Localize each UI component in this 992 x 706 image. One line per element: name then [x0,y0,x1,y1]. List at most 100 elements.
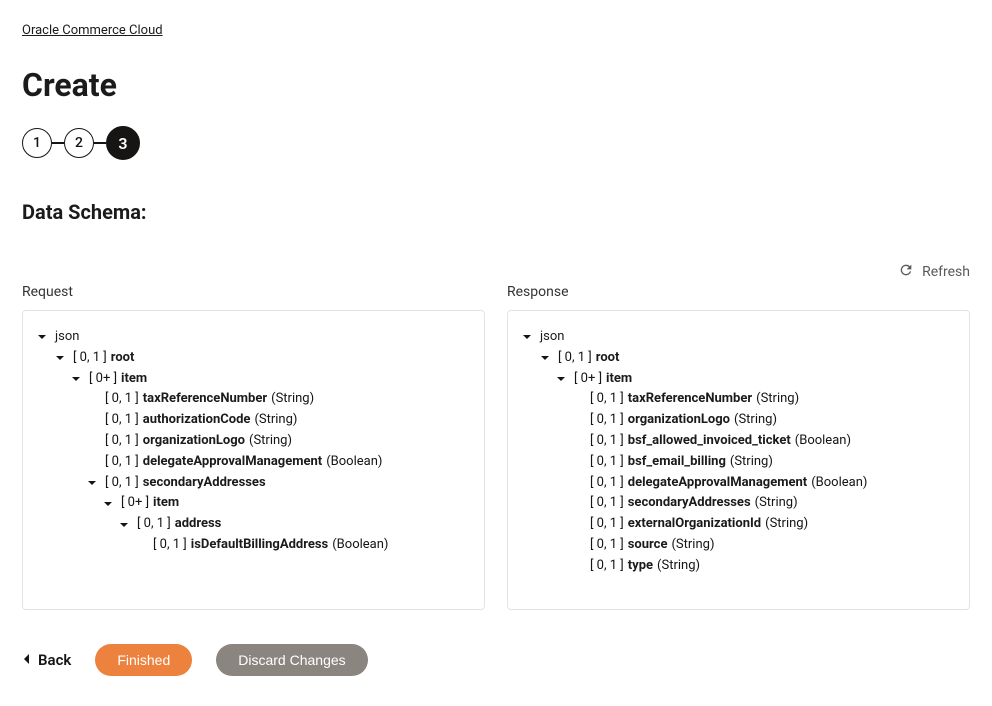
chevron-down-icon [117,520,131,530]
tree-node-prefix: [ 0, 1 ] [105,473,139,494]
tree-node-organizationLogo[interactable]: [ 0, 1 ] organizationLogo (String) [538,410,957,431]
tree-node-item[interactable]: [ 0+ ] item [53,493,472,514]
tree-node-name: organizationLogo [628,410,730,431]
tree-node-type: (String) [249,431,292,452]
tree-node-type: (Boolean) [811,473,867,494]
tree-node-root[interactable]: [ 0, 1 ] root [53,348,472,369]
tree-node-isDefaultBillingAddress[interactable]: [ 0, 1 ] isDefaultBillingAddress (Boolea… [53,535,472,556]
chevron-left-icon [22,651,38,669]
tree-node-name: isDefaultBillingAddress [191,535,328,556]
tree-node-name: bsf_email_billing [628,452,726,473]
tree-node-root[interactable]: [ 0, 1 ] root [538,348,957,369]
tree-node-prefix: [ 0, 1 ] [590,535,624,556]
tree-root-label: json [55,327,79,348]
tree-node-prefix: [ 0, 1 ] [153,535,187,556]
tree-node-bsf_email_billing[interactable]: [ 0, 1 ] bsf_email_billing (String) [538,452,957,473]
tree-node-type: (String) [755,493,798,514]
tree-node-name: item [121,369,147,390]
tree-node-externalOrganizationId[interactable]: [ 0, 1 ] externalOrganizationId (String) [538,514,957,535]
tree-node-prefix: [ 0, 1 ] [590,556,624,577]
tree-node-prefix: [ 0, 1 ] [105,389,139,410]
tree-node-prefix: [ 0, 1 ] [590,410,624,431]
refresh-button[interactable]: Refresh [22,262,970,282]
tree-node-prefix: [ 0, 1 ] [590,452,624,473]
tree-node-bsf_allowed_invoiced_ticket[interactable]: [ 0, 1 ] bsf_allowed_invoiced_ticket (Bo… [538,431,957,452]
tree-node-authorizationCode[interactable]: [ 0, 1 ] authorizationCode (String) [53,410,472,431]
tree-node-name: delegateApprovalManagement [628,473,807,494]
tree-node-type: (String) [730,452,773,473]
tree-node-secondaryAddresses[interactable]: [ 0, 1 ] secondaryAddresses [53,473,472,494]
tree-node-name: root [596,348,620,369]
finished-button[interactable]: Finished [95,644,192,676]
tree-node-name: bsf_allowed_invoiced_ticket [628,431,791,452]
tree-node-secondaryAddresses[interactable]: [ 0, 1 ] secondaryAddresses (String) [538,493,957,514]
tree-node-type: (String) [765,514,808,535]
tree-node-type: (String) [756,389,799,410]
tree-node-name: taxReferenceNumber [628,389,752,410]
tree-node-organizationLogo[interactable]: [ 0, 1 ] organizationLogo (String) [53,431,472,452]
refresh-icon [898,262,922,282]
step-2[interactable]: 2 [64,128,94,158]
tree-node-type: (String) [657,556,700,577]
tree-node-name: delegateApprovalManagement [143,452,322,473]
breadcrumb[interactable]: Oracle Commerce Cloud [22,23,163,38]
tree-node-prefix: [ 0, 1 ] [590,431,624,452]
stepper: 123 [22,126,970,160]
chevron-down-icon [35,332,49,342]
refresh-label: Refresh [922,264,970,280]
tree-node-type: (String) [671,535,714,556]
tree-node-prefix: [ 0, 1 ] [137,514,171,535]
chevron-down-icon [85,478,99,488]
chevron-down-icon [538,353,552,363]
back-button[interactable]: Back [22,651,71,669]
request-label: Request [22,284,485,300]
tree-node-prefix: [ 0, 1 ] [105,410,139,431]
tree-node-prefix: [ 0, 1 ] [558,348,592,369]
tree-node-prefix: [ 0+ ] [121,493,149,514]
tree-node-name: organizationLogo [143,431,245,452]
tree-node-type: (String) [254,410,297,431]
tree-root-label: json [540,327,564,348]
tree-node-item[interactable]: [ 0+ ] item [53,369,472,390]
tree-node-name: source [628,535,668,556]
tree-node-address[interactable]: [ 0, 1 ] address [53,514,472,535]
tree-node-item[interactable]: [ 0+ ] item [538,369,957,390]
tree-node-prefix: [ 0, 1 ] [590,389,624,410]
tree-node-taxReferenceNumber[interactable]: [ 0, 1 ] taxReferenceNumber (String) [538,389,957,410]
chevron-down-icon [554,374,568,384]
response-label: Response [507,284,970,300]
tree-node-delegateApprovalManagement[interactable]: [ 0, 1 ] delegateApprovalManagement (Boo… [538,473,957,494]
tree-node-taxReferenceNumber[interactable]: [ 0, 1 ] taxReferenceNumber (String) [53,389,472,410]
tree-node-prefix: [ 0, 1 ] [105,452,139,473]
tree-node-name: address [175,514,222,535]
chevron-down-icon [53,353,67,363]
tree-node-name: root [111,348,135,369]
tree-node-prefix: [ 0, 1 ] [590,473,624,494]
discard-button[interactable]: Discard Changes [216,644,367,676]
tree-node-prefix: [ 0, 1 ] [105,431,139,452]
back-label: Back [38,651,71,669]
tree-node-name: type [628,556,653,577]
tree-node-type: (String) [271,389,314,410]
response-tree[interactable]: json[ 0, 1 ] root[ 0+ ] item[ 0, 1 ] tax… [507,310,970,610]
step-1[interactable]: 1 [22,128,52,158]
tree-node-name: taxReferenceNumber [143,389,267,410]
tree-node-name: authorizationCode [143,410,251,431]
response-column: Response json[ 0, 1 ] root[ 0+ ] item[ 0… [507,284,970,610]
tree-node-prefix: [ 0+ ] [89,369,117,390]
tree-node-delegateApprovalManagement[interactable]: [ 0, 1 ] delegateApprovalManagement (Boo… [53,452,472,473]
step-3[interactable]: 3 [106,126,140,160]
tree-node-type[interactable]: [ 0, 1 ] type (String) [538,556,957,577]
tree-node-prefix: [ 0, 1 ] [590,493,624,514]
tree-node-type: (Boolean) [795,431,851,452]
tree-node-prefix: [ 0, 1 ] [73,348,107,369]
tree-root[interactable]: json [35,327,472,348]
chevron-down-icon [101,499,115,509]
section-title: Data Schema: [22,200,970,224]
tree-node-source[interactable]: [ 0, 1 ] source (String) [538,535,957,556]
request-column: Request json[ 0, 1 ] root[ 0+ ] item[ 0,… [22,284,485,610]
tree-node-type: (Boolean) [332,535,388,556]
tree-node-prefix: [ 0, 1 ] [590,514,624,535]
tree-root[interactable]: json [520,327,957,348]
request-tree[interactable]: json[ 0, 1 ] root[ 0+ ] item[ 0, 1 ] tax… [22,310,485,610]
